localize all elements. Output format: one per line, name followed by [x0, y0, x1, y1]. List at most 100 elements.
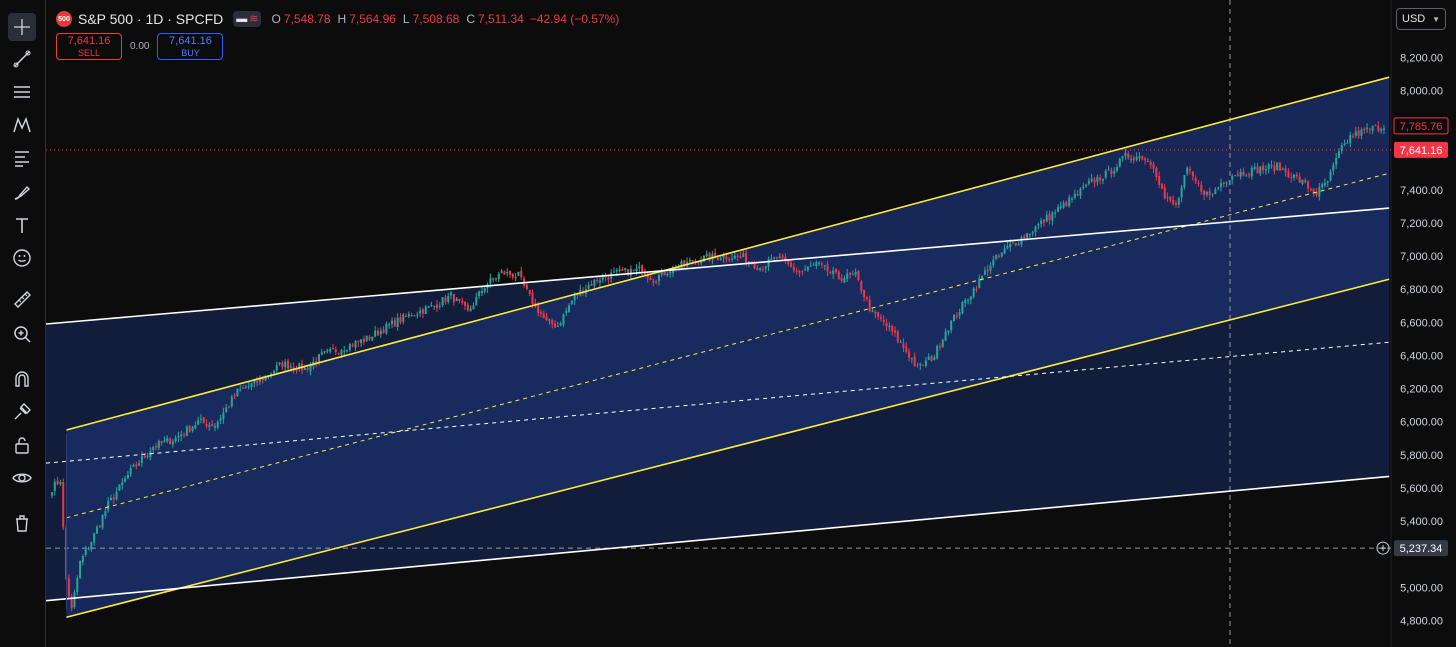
candle-body: [1318, 187, 1321, 197]
tool-pattern-button[interactable]: [8, 111, 36, 139]
candle-body: [166, 438, 169, 442]
candle-body: [1048, 213, 1051, 221]
candle-body: [992, 259, 995, 266]
candle-body: [382, 329, 385, 334]
candle-body: [1222, 182, 1225, 185]
candle-body: [399, 317, 402, 323]
candle-body: [1169, 196, 1172, 201]
candle-body: [183, 434, 186, 436]
tool-lock-drawings-button[interactable]: [8, 398, 36, 426]
candle-body: [1217, 187, 1220, 189]
tool-magnet-button[interactable]: [8, 365, 36, 393]
candle-body: [466, 304, 469, 311]
tool-fib-retracement-button[interactable]: [8, 144, 36, 172]
candle-body: [1146, 160, 1149, 162]
candle-body: [576, 294, 579, 296]
candle-body: [1071, 198, 1074, 200]
candle-body: [545, 316, 548, 321]
tool-brush-button[interactable]: [8, 178, 36, 206]
candle-body: [1343, 143, 1346, 145]
candle-body: [1312, 189, 1315, 193]
candle-body: [885, 322, 888, 327]
candle-body: [1287, 171, 1290, 178]
tool-text-button[interactable]: [8, 211, 36, 239]
currency-select[interactable]: USD ▼: [1396, 8, 1446, 30]
tool-trend-line-button[interactable]: [8, 45, 36, 73]
y-axis-tick-label: 6,600.00: [1400, 317, 1443, 329]
candle-body: [539, 312, 542, 315]
candle-body: [919, 363, 922, 365]
candle-body: [213, 426, 216, 428]
candle-body: [551, 320, 554, 325]
tool-emoji-button[interactable]: [8, 244, 36, 272]
candle-body: [716, 257, 719, 260]
candle-body: [568, 305, 571, 312]
candle-body: [874, 311, 877, 314]
tool-unlock-button[interactable]: [8, 431, 36, 459]
candle-body: [801, 271, 804, 273]
tool-crosshair-button[interactable]: [8, 13, 36, 41]
candle-body: [1211, 193, 1214, 195]
candle-body: [691, 259, 694, 263]
fib-retracement-icon: [15, 151, 29, 167]
candle-body: [542, 313, 545, 318]
candle-body: [317, 354, 320, 362]
candle-body: [480, 291, 483, 293]
candle-body: [407, 314, 410, 317]
candle-body: [1014, 243, 1017, 246]
tool-horizontal-lines-button[interactable]: [8, 78, 36, 106]
candle-body: [1301, 179, 1304, 184]
candle-body: [1090, 178, 1093, 181]
candle-body: [761, 268, 764, 270]
candle-body: [450, 292, 453, 296]
tool-zoom-in-button[interactable]: [8, 320, 36, 348]
chart-area[interactable]: 8,200.008,000.007,800.007,400.007,200.00…: [46, 0, 1456, 647]
candle-body: [84, 549, 87, 555]
candle-body: [1087, 180, 1090, 184]
candle-body: [1020, 237, 1023, 245]
price-badge-label: 7,641.16: [1400, 145, 1443, 157]
buy-button[interactable]: 7,641.16 BUY: [157, 33, 224, 60]
horizontal-lines-icon: [14, 86, 30, 98]
candle-body: [1368, 128, 1371, 130]
candle-body: [1056, 207, 1059, 212]
candle-body: [632, 269, 635, 271]
tool-trash-button[interactable]: [8, 509, 36, 537]
candle-body: [607, 277, 610, 280]
candle-body: [278, 362, 281, 365]
tool-visibility-button[interactable]: [8, 464, 36, 492]
emoji-icon: [13, 249, 31, 267]
candle-body: [329, 348, 332, 352]
candle-body: [1180, 187, 1183, 198]
candle-body: [1096, 176, 1099, 182]
candle-body: [385, 323, 388, 334]
candle-body: [753, 263, 756, 269]
candle-body: [1175, 203, 1177, 205]
candle-body: [896, 331, 899, 342]
candle-body: [410, 315, 413, 317]
candle-body: [62, 482, 65, 528]
candle-body: [1354, 131, 1357, 136]
symbol-title[interactable]: S&P 500 · 1D · SPCFD: [78, 11, 223, 27]
candle-body: [759, 268, 762, 270]
candle-body: [1363, 128, 1366, 130]
candle-body: [362, 338, 365, 343]
candle-body: [1113, 171, 1116, 174]
price-chart[interactable]: 8,200.008,000.007,800.007,400.007,200.00…: [46, 0, 1456, 647]
candle-body: [657, 275, 660, 281]
candle-body: [666, 274, 669, 276]
tool-ruler-button[interactable]: [8, 285, 36, 313]
candle-body: [104, 510, 107, 517]
candle-body: [1152, 164, 1155, 169]
candle-body: [1371, 126, 1374, 131]
candle-body: [154, 445, 157, 448]
candle-body: [815, 262, 818, 267]
sell-button[interactable]: 7,641.16 SELL: [56, 33, 122, 60]
trade-panel: 7,641.16 SELL 0.00 7,641.16 BUY: [56, 33, 224, 60]
candle-body: [365, 335, 368, 341]
series-visibility-toggle[interactable]: ▬ ≋: [233, 11, 262, 27]
candle-body: [894, 330, 896, 333]
candle-body: [528, 290, 531, 295]
candle-body: [638, 266, 641, 269]
candle-body: [461, 300, 464, 303]
